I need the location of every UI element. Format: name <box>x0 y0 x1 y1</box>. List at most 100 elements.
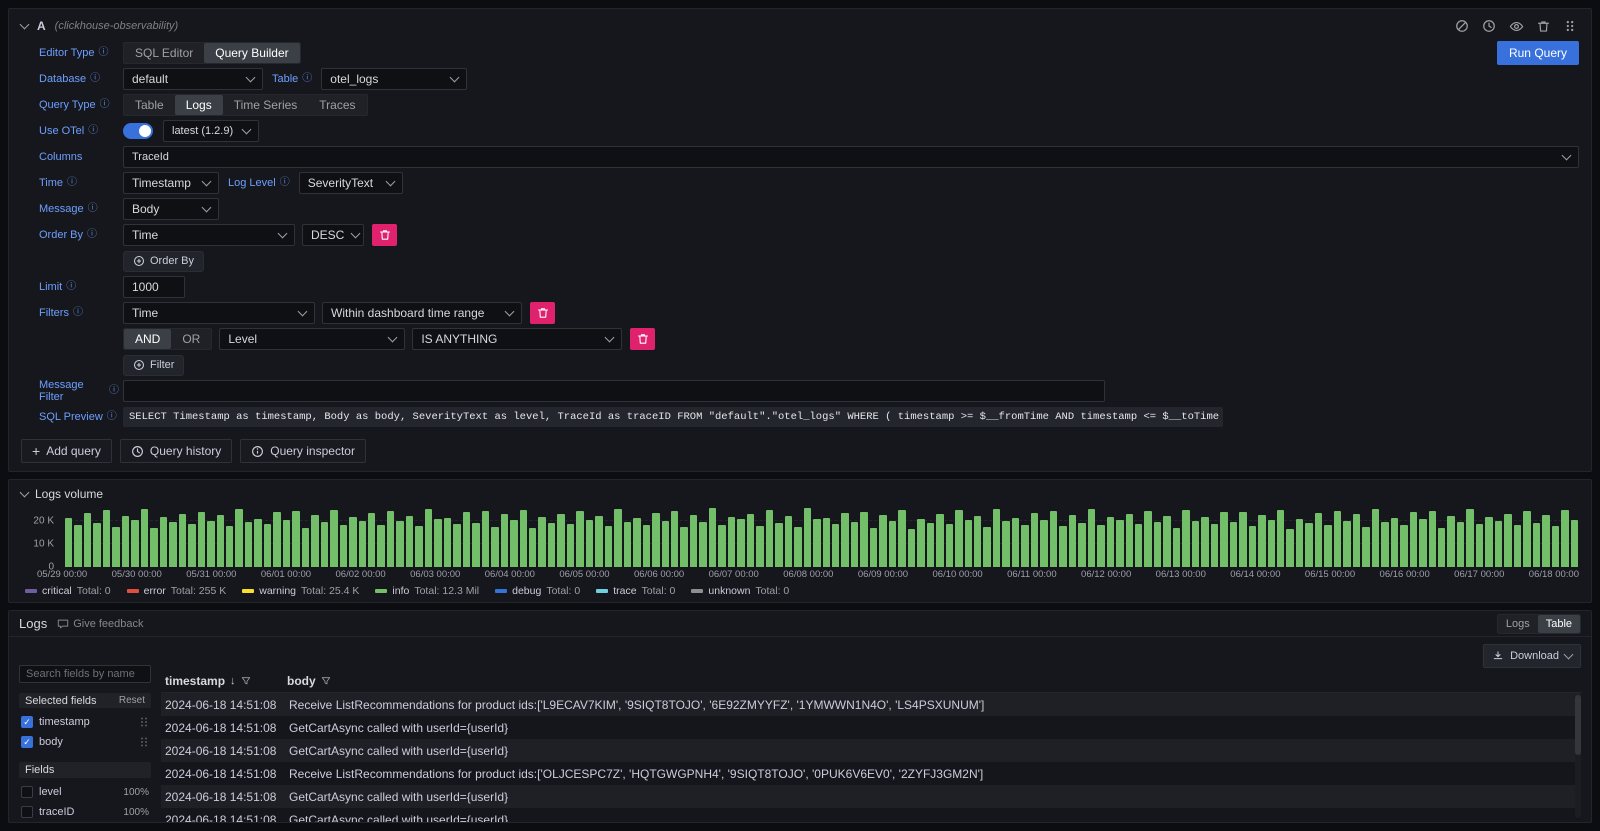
order-direction-select[interactable]: DESC <box>302 224 364 246</box>
volume-bar <box>1088 509 1095 567</box>
filter-funnel-icon[interactable] <box>321 676 331 686</box>
filter-field-select[interactable]: Time <box>123 302 315 324</box>
table-scrollbar[interactable] <box>1575 695 1581 818</box>
query-history-icon[interactable] <box>1480 17 1498 35</box>
run-query-button[interactable]: Run Query <box>1497 41 1579 65</box>
logs-view-option[interactable]: Logs <box>1498 615 1538 633</box>
table-row[interactable]: 2024-06-18 14:51:08GetCartAsync called w… <box>161 739 1581 762</box>
info-icon[interactable]: ⓘ <box>100 100 110 110</box>
add-filter-button[interactable]: Filter <box>123 355 184 376</box>
query-type-traces[interactable]: Traces <box>308 95 366 115</box>
filter-operator-select[interactable]: Within dashboard time range <box>322 302 522 324</box>
collapse-volume-icon[interactable] <box>20 488 30 498</box>
timestamp-column-label: timestamp <box>165 674 225 688</box>
legend-item[interactable]: unknownTotal: 0 <box>691 585 789 597</box>
volume-bar <box>576 511 583 567</box>
query-history-button[interactable]: Query history <box>120 439 232 463</box>
info-icon[interactable]: ⓘ <box>302 74 312 84</box>
search-fields-input[interactable] <box>19 665 151 683</box>
download-button[interactable]: Download <box>1483 644 1581 668</box>
database-label: Database ⓘ <box>39 73 119 85</box>
legend-color-marker <box>691 589 703 593</box>
query-type-time-series[interactable]: Time Series <box>223 95 309 115</box>
drag-query-handle[interactable] <box>1561 17 1579 35</box>
message-column-select[interactable]: Body <box>123 198 219 220</box>
limit-input[interactable] <box>123 276 185 298</box>
legend-item[interactable]: errorTotal: 255 K <box>127 585 227 597</box>
info-icon[interactable]: ⓘ <box>66 282 76 292</box>
drag-handle-icon[interactable] <box>139 716 149 728</box>
legend-item[interactable]: debugTotal: 0 <box>495 585 580 597</box>
condition-field-select[interactable]: Level <box>219 328 405 350</box>
log-level-column-select[interactable]: SeverityText <box>299 172 403 194</box>
remove-condition-button[interactable] <box>630 328 655 350</box>
columns-select[interactable]: TraceId <box>123 146 1579 168</box>
legend-item[interactable]: infoTotal: 12.3 Mil <box>375 585 479 597</box>
timestamp-cell: 2024-06-18 14:51:08 <box>161 767 287 781</box>
info-icon[interactable]: ⓘ <box>98 48 108 58</box>
table-view-option[interactable]: Table <box>1538 615 1580 633</box>
use-otel-toggle[interactable] <box>123 123 153 139</box>
drag-handle-icon[interactable] <box>139 736 149 748</box>
table-select[interactable]: otel_logs <box>321 68 467 90</box>
logs-table-area: Download timestamp ↓ body <box>161 643 1581 822</box>
volume-bar <box>1154 522 1161 567</box>
remove-query-icon[interactable] <box>1534 17 1552 35</box>
eye-icon[interactable] <box>1507 17 1525 35</box>
message-filter-input[interactable] <box>123 380 1105 402</box>
condition-operator-select[interactable]: IS ANYTHING <box>412 328 622 350</box>
or-option[interactable]: OR <box>171 329 211 349</box>
field-checkbox[interactable]: ✓ <box>21 716 33 728</box>
body-column-header[interactable]: body <box>287 674 1581 688</box>
reset-button[interactable]: Reset <box>119 695 145 706</box>
query-ref-id: A <box>37 19 46 33</box>
otel-version-select[interactable]: latest (1.2.9) <box>163 120 259 142</box>
table-row[interactable]: 2024-06-18 14:51:08GetCartAsync called w… <box>161 785 1581 808</box>
query-inspector-button[interactable]: Query inspector <box>240 439 366 463</box>
table-row[interactable]: 2024-06-18 14:51:08GetCartAsync called w… <box>161 808 1581 822</box>
field-checkbox[interactable]: ✓ <box>21 736 33 748</box>
logs-table-rows: 2024-06-18 14:51:08Receive ListRecommend… <box>161 693 1581 822</box>
legend-item[interactable]: criticalTotal: 0 <box>25 585 111 597</box>
and-option[interactable]: AND <box>124 329 171 349</box>
add-order-by-button[interactable]: Order By <box>123 251 204 272</box>
info-icon[interactable]: ⓘ <box>67 178 77 188</box>
query-builder-option[interactable]: Query Builder <box>204 43 299 63</box>
order-by-field-select[interactable]: Time <box>123 224 295 246</box>
trash-icon <box>537 307 549 319</box>
info-icon[interactable]: ⓘ <box>107 412 117 422</box>
query-type-logs[interactable]: Logs <box>175 95 223 115</box>
field-checkbox[interactable] <box>21 806 33 818</box>
info-icon[interactable]: ⓘ <box>280 178 290 188</box>
database-select[interactable]: default <box>123 68 263 90</box>
table-row[interactable]: 2024-06-18 14:51:08Receive ListRecommend… <box>161 693 1581 716</box>
remove-order-by-button[interactable] <box>372 224 397 246</box>
info-icon[interactable]: ⓘ <box>88 204 98 214</box>
info-icon[interactable]: ⓘ <box>73 308 83 318</box>
legend-item[interactable]: warningTotal: 25.4 K <box>242 585 359 597</box>
scrollbar-thumb[interactable] <box>1575 695 1581 755</box>
filter-funnel-icon[interactable] <box>241 676 251 686</box>
legend-item[interactable]: traceTotal: 0 <box>596 585 675 597</box>
table-row[interactable]: 2024-06-18 14:51:08GetCartAsync called w… <box>161 716 1581 739</box>
sql-editor-option[interactable]: SQL Editor <box>124 43 204 63</box>
volume-bar <box>1050 511 1057 567</box>
volume-bar <box>1182 510 1189 567</box>
x-tick-label: 06/14 00:00 <box>1230 569 1280 580</box>
time-column-select[interactable]: Timestamp <box>123 172 219 194</box>
info-icon[interactable]: ⓘ <box>90 74 100 84</box>
remove-filter-button[interactable] <box>530 302 555 324</box>
query-type-table[interactable]: Table <box>124 95 175 115</box>
info-icon[interactable]: ⓘ <box>87 230 97 240</box>
field-checkbox[interactable] <box>21 786 33 798</box>
table-row[interactable]: 2024-06-18 14:51:08Receive ListRecommend… <box>161 762 1581 785</box>
disable-query-icon[interactable] <box>1453 17 1471 35</box>
give-feedback-link[interactable]: Give feedback <box>57 618 143 630</box>
info-icon[interactable]: ⓘ <box>88 126 98 136</box>
sort-desc-icon[interactable]: ↓ <box>230 675 236 687</box>
collapse-query-icon[interactable] <box>20 20 30 30</box>
volume-bar <box>1286 529 1293 567</box>
timestamp-column-header[interactable]: timestamp ↓ <box>161 674 287 688</box>
info-icon[interactable]: ⓘ <box>109 386 119 396</box>
add-query-button[interactable]: + Add query <box>21 439 112 463</box>
